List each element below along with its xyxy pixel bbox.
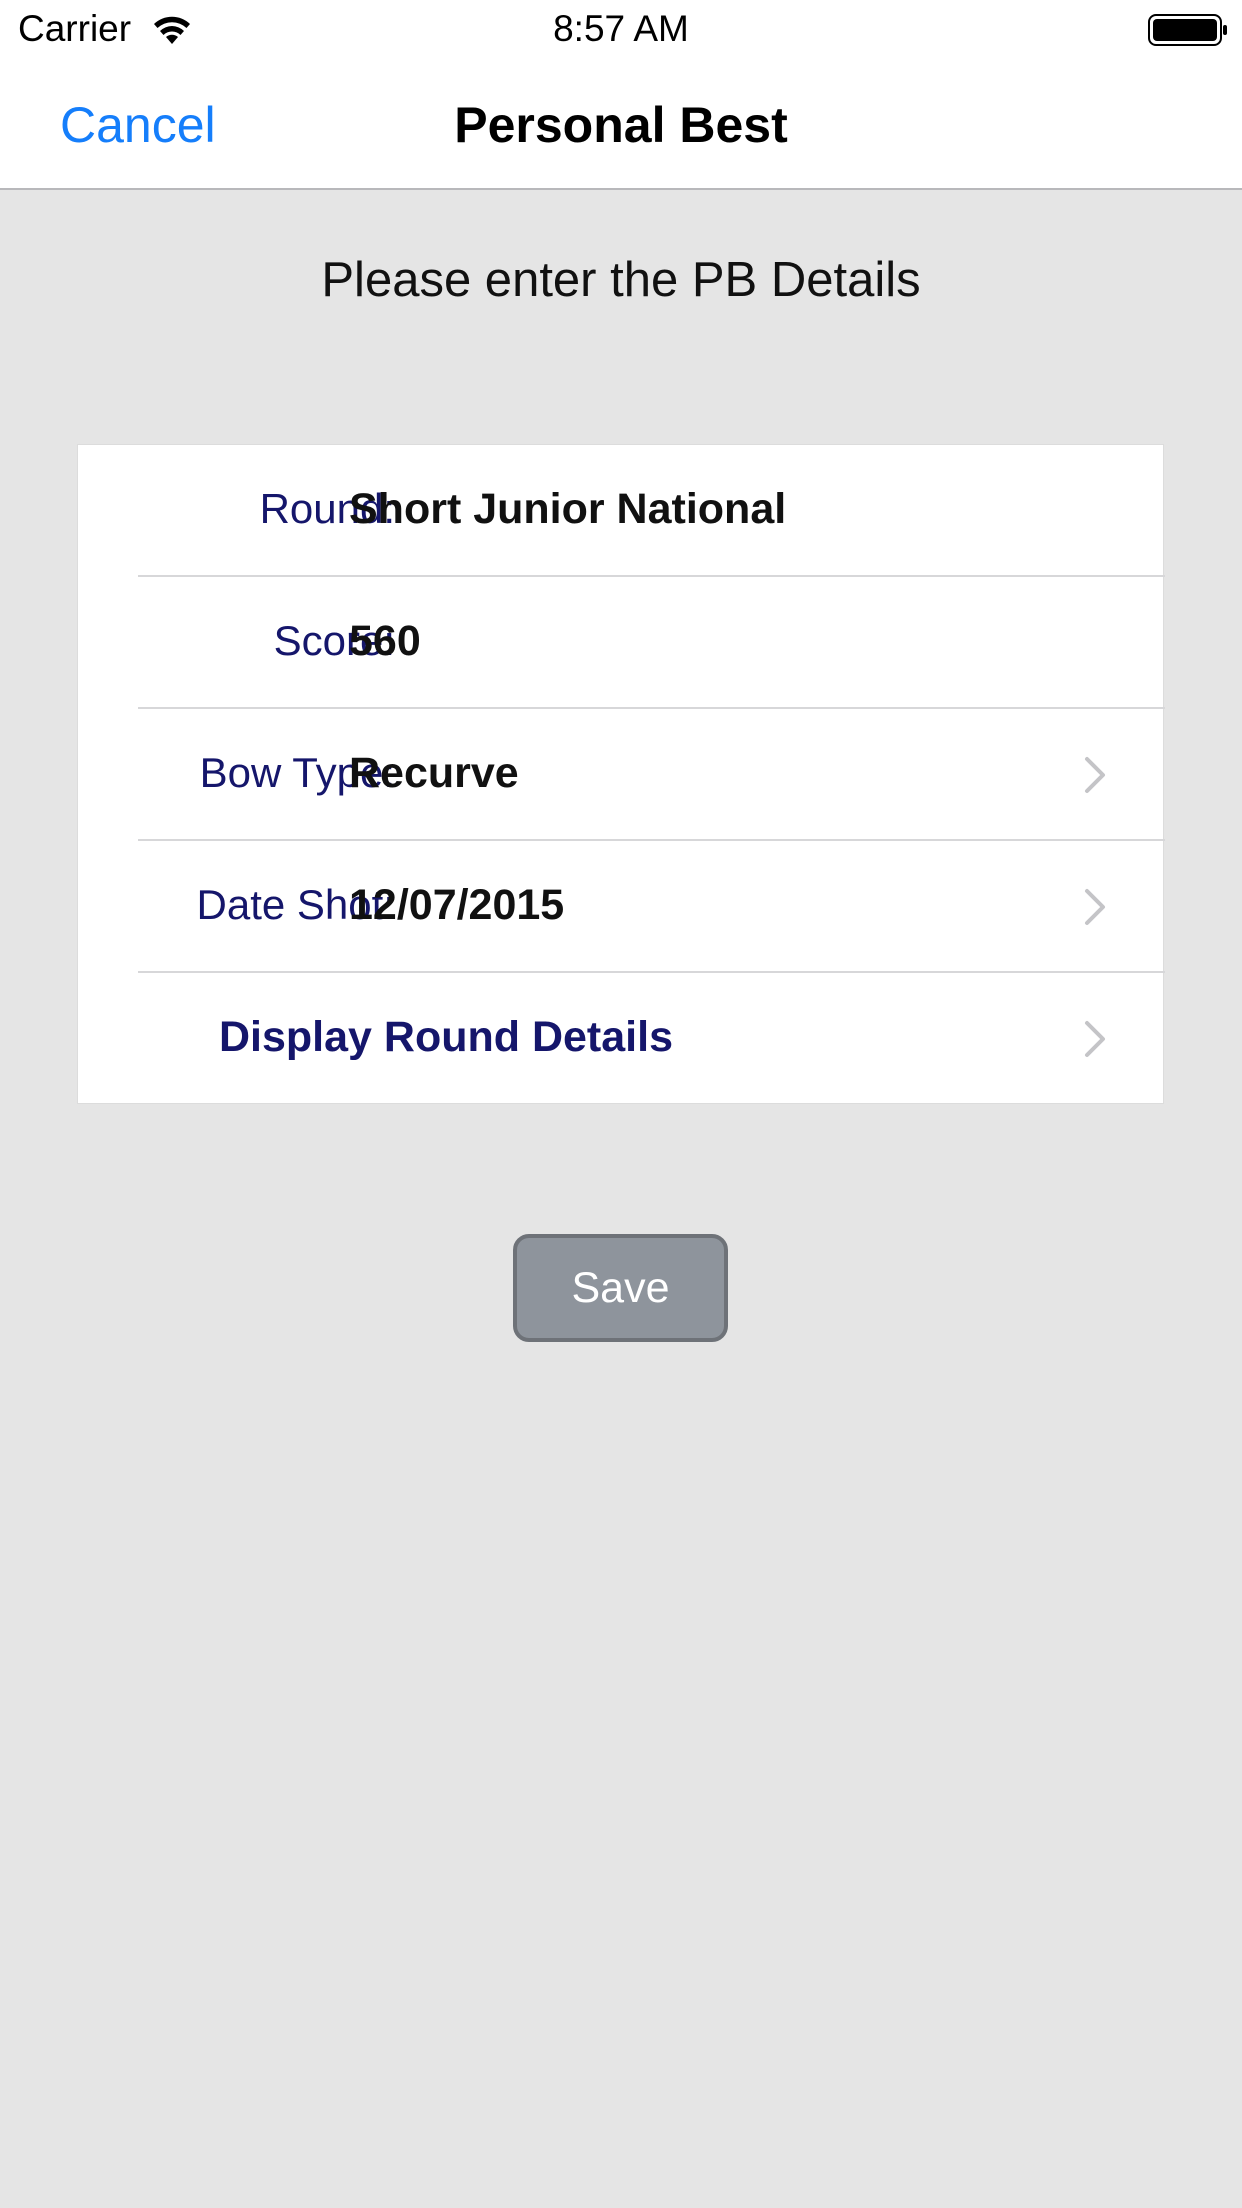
status-bar: Carrier 8:57 AM: [0, 0, 1242, 62]
score-value[interactable]: 560: [349, 617, 421, 666]
date-shot-value: 12/07/2015: [349, 881, 565, 929]
round-row[interactable]: Round: Short Junior National: [78, 445, 1165, 577]
chevron-right-icon: [1085, 889, 1105, 925]
save-button[interactable]: Save: [513, 1234, 728, 1342]
battery-icon: [1148, 14, 1227, 46]
chevron-right-icon: [1085, 757, 1105, 793]
display-round-details-row[interactable]: Display Round Details: [78, 973, 1165, 1105]
display-round-details-link[interactable]: Display Round Details: [219, 1013, 673, 1062]
round-value[interactable]: Short Junior National: [349, 485, 786, 534]
navigation-bar: Cancel Personal Best: [0, 62, 1242, 190]
clock: 8:57 AM: [553, 8, 689, 49]
instruction-text: Please enter the PB Details: [321, 253, 921, 307]
page-title: Personal Best: [454, 97, 788, 153]
score-row[interactable]: Score: 560: [78, 577, 1165, 709]
chevron-right-icon: [1085, 1021, 1105, 1057]
date-shot-row[interactable]: Date Shot: 12/07/2015: [78, 841, 1165, 973]
pb-details-form: Round: Short Junior National Score: 560 …: [77, 444, 1165, 1105]
bow-type-row[interactable]: Bow Type: Recurve: [78, 709, 1165, 841]
bow-type-value: Recurve: [349, 749, 519, 797]
